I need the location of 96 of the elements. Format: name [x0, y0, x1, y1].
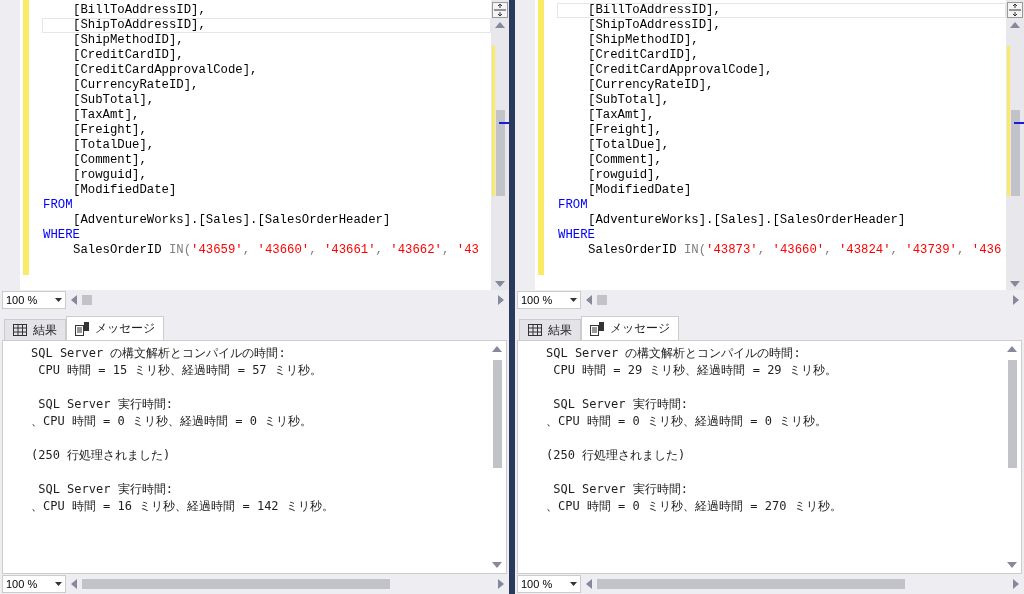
document-icon — [590, 321, 604, 336]
split-icon — [1009, 4, 1021, 16]
code-line: [ModifiedDate] — [587, 183, 693, 198]
scrollbar-thumb[interactable] — [82, 579, 391, 589]
split-icon — [494, 4, 506, 16]
code-line: [ModifiedDate] — [72, 183, 178, 198]
code-line: [Comment], — [587, 153, 663, 168]
message-line: SQL Server の構文解析とコンパイルの時間: — [546, 345, 802, 362]
code-line: [CreditCardApprovalCode], — [72, 63, 259, 78]
zoom-dropdown[interactable]: 100 % — [517, 575, 581, 593]
cursor-marker — [1014, 122, 1024, 124]
zoom-dropdown[interactable]: 100 % — [517, 291, 581, 309]
scroll-down-arrow[interactable] — [1010, 280, 1020, 288]
scrollbar-thumb[interactable] — [1011, 110, 1020, 196]
caret-icon — [55, 582, 62, 586]
scroll-up-arrow[interactable] — [492, 345, 502, 353]
scroll-left-arrow[interactable] — [70, 579, 78, 589]
code-line: [BillToAddressID], — [72, 3, 207, 18]
scroll-right-arrow[interactable] — [1012, 579, 1020, 589]
code-line: [AdventureWorks].[Sales].[SalesOrderHeader] — [587, 213, 907, 228]
code-line: [AdventureWorks].[Sales].[SalesOrderHeader] — [72, 213, 392, 228]
code-line: [SubTotal], — [72, 93, 156, 108]
message-line: CPU 時間 = 15 ミリ秒、経過時間 = 57 ミリ秒。 — [37, 362, 323, 379]
tab[interactable]: 結果 — [519, 319, 581, 340]
scroll-right-arrow[interactable] — [1012, 295, 1020, 305]
message-line: SQL Server 実行時間: — [37, 396, 174, 413]
split-button[interactable] — [492, 2, 508, 18]
scroll-down-arrow[interactable] — [495, 280, 505, 288]
zoom-dropdown[interactable]: 100 % — [2, 291, 66, 309]
scroll-up-arrow[interactable] — [1007, 345, 1017, 353]
scroll-down-arrow[interactable] — [492, 561, 502, 569]
code-line: [Comment], — [72, 153, 148, 168]
scroll-up-arrow[interactable] — [495, 21, 505, 29]
code-line: [TaxAmt], — [587, 108, 656, 123]
message-line: (250 行処理されました) — [546, 447, 687, 464]
code-line: [Freight], — [72, 123, 148, 138]
scrollbar-thumb[interactable] — [493, 360, 502, 468]
code-line: [ShipMethodID], — [587, 33, 700, 48]
scroll-right-arrow[interactable] — [497, 579, 505, 589]
scroll-left-arrow[interactable] — [70, 295, 78, 305]
scrollbar-thumb[interactable] — [496, 110, 505, 196]
code-line: [CreditCardApprovalCode], — [587, 63, 774, 78]
message-line: SQL Server 実行時間: — [552, 396, 689, 413]
code-line: [SubTotal], — [587, 93, 671, 108]
code-line: [CurrencyRateID], — [72, 78, 200, 93]
caret-icon — [570, 582, 577, 586]
grid-icon — [13, 324, 27, 336]
scroll-down-arrow[interactable] — [1007, 561, 1017, 569]
message-line: SQL Server 実行時間: — [552, 481, 689, 498]
message-line: CPU 時間 = 29 ミリ秒、経過時間 = 29 ミリ秒。 — [552, 362, 838, 379]
tab[interactable]: メッセージ — [66, 316, 164, 340]
document-icon — [75, 321, 89, 336]
message-line: 、CPU 時間 = 0 ミリ秒、経過時間 = 270 ミリ秒。 — [546, 498, 843, 515]
code-line: [ShipToAddressID], — [587, 18, 722, 33]
code-line: [Freight], — [587, 123, 663, 138]
scrollbar-thumb[interactable] — [1008, 360, 1017, 468]
message-line: 、CPU 時間 = 16 ミリ秒、経過時間 = 142 ミリ秒。 — [31, 498, 335, 515]
tab-label: メッセージ — [95, 320, 155, 337]
caret-icon — [570, 298, 577, 302]
message-line: SQL Server の構文解析とコンパイルの時間: — [31, 345, 287, 362]
code-line: [TotalDue], — [72, 138, 156, 153]
scroll-left-arrow[interactable] — [585, 295, 593, 305]
message-line: SQL Server 実行時間: — [37, 481, 174, 498]
code-line: [CreditCardID], — [72, 48, 185, 63]
code-line: [CurrencyRateID], — [587, 78, 715, 93]
code-line: [CreditCardID], — [587, 48, 700, 63]
tab-label: 結果 — [548, 321, 572, 339]
code-line: FROM — [557, 198, 589, 213]
tab[interactable]: メッセージ — [581, 316, 679, 340]
scrollbar-thumb[interactable] — [597, 295, 607, 305]
message-line: 、CPU 時間 = 0 ミリ秒、経過時間 = 0 ミリ秒。 — [31, 413, 314, 430]
message-line: (250 行処理されました) — [31, 447, 172, 464]
code-line: FROM — [42, 198, 74, 213]
code-line: [TotalDue], — [587, 138, 671, 153]
code-line: WHERE — [42, 228, 81, 243]
code-line: [ShipMethodID], — [72, 33, 185, 48]
message-line: 、CPU 時間 = 0 ミリ秒、経過時間 = 0 ミリ秒。 — [546, 413, 829, 430]
scrollbar-thumb[interactable] — [82, 295, 92, 305]
caret-icon — [55, 298, 62, 302]
code-line: WHERE — [557, 228, 596, 243]
cursor-marker — [499, 122, 509, 124]
scroll-up-arrow[interactable] — [1010, 21, 1020, 29]
scroll-right-arrow[interactable] — [497, 295, 505, 305]
scroll-left-arrow[interactable] — [585, 579, 593, 589]
grid-icon — [528, 324, 542, 336]
split-button[interactable] — [1007, 2, 1023, 18]
tab-label: メッセージ — [610, 320, 670, 337]
code-line: [rowguid], — [587, 168, 663, 183]
zoom-dropdown[interactable]: 100 % — [2, 575, 66, 593]
code-line: SalesOrderID IN('43659', '43660', '43661', '43662', '43 — [72, 243, 480, 258]
tab-label: 結果 — [33, 321, 57, 339]
code-line: [TaxAmt], — [72, 108, 141, 123]
scrollbar-thumb[interactable] — [597, 579, 906, 589]
code-line: SalesOrderID IN('43873', '43660', '43824', '43739', '436 — [587, 243, 1003, 258]
code-line: [rowguid], — [72, 168, 148, 183]
tab[interactable]: 結果 — [4, 319, 66, 340]
